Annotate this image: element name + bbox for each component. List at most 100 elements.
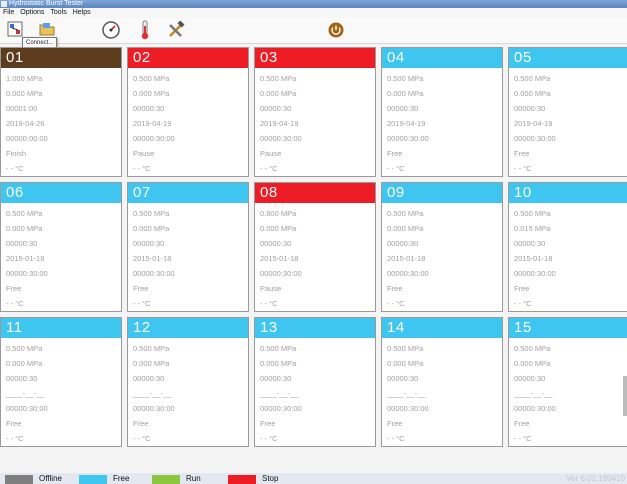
legend-swatch-offline <box>5 475 33 484</box>
set-pressure-value: 0.800 MPa <box>260 209 297 218</box>
open-folder-icon[interactable] <box>39 22 55 36</box>
status-text-value: Free <box>514 419 530 428</box>
test-date-value: 2015-01-18 <box>260 254 299 263</box>
channel-number: 02 <box>128 48 248 68</box>
elapsed-time-value: 00000:30:00 <box>133 404 175 413</box>
status-text-value: Free <box>514 149 530 158</box>
channel-card[interactable]: 13 0.500 MPa 0.000 MPa 00000:30 ____-__-__ 00… <box>254 317 376 447</box>
temperature-value: - - °C <box>387 434 405 443</box>
test-date-value: ____-__-__ <box>514 389 553 398</box>
test-date-value: ____-__-__ <box>260 389 299 398</box>
channel-number: 11 <box>1 318 121 338</box>
test-date-value: ____-__-__ <box>133 389 172 398</box>
channel-number: 15 <box>509 318 627 338</box>
current-pressure-value: 0.000 MPa <box>6 224 43 233</box>
legend-label-offline: Offline <box>39 474 62 483</box>
set-pressure-value: 0.500 MPa <box>133 74 170 83</box>
thermometer-icon[interactable] <box>140 20 150 40</box>
hold-time-value: 00000:30 <box>133 239 165 248</box>
channel-number: 12 <box>128 318 248 338</box>
connect-icon[interactable] <box>7 21 23 37</box>
status-text-value: Free <box>133 284 149 293</box>
channel-number: 14 <box>382 318 502 338</box>
channel-number: 03 <box>255 48 375 68</box>
channel-card[interactable]: 10 0.500 MPa 0.015 MPa 00000:30 2015-01-18 00… <box>508 182 627 312</box>
current-pressure-value: 0.000 MPa <box>133 89 170 98</box>
elapsed-time-value: 00000:30:00 <box>514 269 556 278</box>
legend-swatch-free <box>79 475 107 484</box>
channel-card[interactable]: 11 0.500 MPa 0.000 MPa 00000:30 ____-__-__ 00… <box>0 317 122 447</box>
current-pressure-value: 0.000 MPa <box>260 359 297 368</box>
temperature-value: - - °C <box>514 164 532 173</box>
status-text-value: Pause <box>133 149 155 158</box>
temperature-value: - - °C <box>260 434 278 443</box>
menu-file[interactable]: File <box>0 8 17 18</box>
status-text-value: Free <box>514 284 530 293</box>
current-pressure-value: 0.000 MPa <box>387 359 424 368</box>
hold-time-value: 00000:30 <box>260 104 292 113</box>
channel-card[interactable]: 01 1.000 MPa 0.000 MPa 00001:00 2019-04-26 00… <box>0 47 122 177</box>
channel-number: 13 <box>255 318 375 338</box>
current-pressure-value: 0.000 MPa <box>133 359 170 368</box>
toolbar <box>0 18 627 44</box>
temperature-value: - - °C <box>260 164 278 173</box>
test-date-value: 2015-01-18 <box>133 254 172 263</box>
legend-swatch-stop <box>228 475 256 484</box>
legend-label-run: Run <box>186 474 201 483</box>
test-date-value: 2015-01-18 <box>387 254 426 263</box>
menu-bar: File Options Tools Helps <box>0 8 627 18</box>
set-pressure-value: 0.500 MPa <box>260 344 297 353</box>
elapsed-time-value: 00000:30:00 <box>387 134 429 143</box>
test-date-value: 2019-04-26 <box>6 119 45 128</box>
legend-label-stop: Stop <box>262 474 279 483</box>
hold-time-value: 00000:30 <box>260 239 292 248</box>
hold-time-value: 00000:30 <box>6 374 38 383</box>
hold-time-value: 00000:30 <box>387 239 419 248</box>
power-icon[interactable] <box>328 22 344 38</box>
menu-tools[interactable]: Tools <box>47 8 69 18</box>
set-pressure-value: 0.500 MPa <box>514 74 551 83</box>
channel-card[interactable]: 08 0.800 MPa 0.000 MPa 00000:30 2015-01-18 00… <box>254 182 376 312</box>
channel-card[interactable]: 07 0.500 MPa 0.000 MPa 00000:30 2015-01-18 00… <box>127 182 249 312</box>
pressure-gauge-icon[interactable] <box>102 21 120 39</box>
current-pressure-value: 0.000 MPa <box>133 224 170 233</box>
hold-time-value: 00000:30 <box>514 239 546 248</box>
legend-swatch-run <box>152 475 180 484</box>
channel-card[interactable]: 14 0.500 MPa 0.000 MPa 00000:30 ____-__-__ 00… <box>381 317 503 447</box>
current-pressure-value: 0.000 MPa <box>6 359 43 368</box>
menu-helps[interactable]: Helps <box>70 8 94 18</box>
channel-card[interactable]: 06 0.500 MPa 0.000 MPa 00000:30 2015-01-18 00… <box>0 182 122 312</box>
scrollbar[interactable] <box>623 376 627 416</box>
tools-icon[interactable] <box>167 21 185 39</box>
channel-card[interactable]: 15 0.500 MPa 0.000 MPa 00000:30 ____-__-__ 00… <box>508 317 627 447</box>
channel-number: 07 <box>128 183 248 203</box>
set-pressure-value: 0.500 MPa <box>260 74 297 83</box>
channel-number: 01 <box>1 48 121 68</box>
status-text-value: Free <box>6 284 22 293</box>
status-legend: Ver 6.01.190410 Offline Free Run Stop <box>0 473 627 484</box>
set-pressure-value: 0.500 MPa <box>6 209 43 218</box>
elapsed-time-value: 00000:30:00 <box>260 134 302 143</box>
channel-card[interactable]: 05 0.500 MPa 0.000 MPa 00000:30 2019-04-19 00… <box>508 47 627 177</box>
test-date-value: 2019-04-19 <box>387 119 426 128</box>
channel-card[interactable]: 03 0.500 MPa 0.000 MPa 00000:30 2019-04-19 00… <box>254 47 376 177</box>
window-title: Hydrostatic Burst Tester <box>9 0 84 7</box>
current-pressure-value: 0.000 MPa <box>6 89 43 98</box>
version-label: Ver 6.01.190410 <box>566 474 625 483</box>
channel-card[interactable]: 04 0.500 MPa 0.000 MPa 00000:30 2019-04-19 00… <box>381 47 503 177</box>
channel-card[interactable]: 12 0.500 MPa 0.000 MPa 00000:30 ____-__-__ 00… <box>127 317 249 447</box>
menu-options[interactable]: Options <box>17 8 47 18</box>
hold-time-value: 00000:30 <box>260 374 292 383</box>
status-text-value: Free <box>387 419 403 428</box>
channel-number: 04 <box>382 48 502 68</box>
temperature-value: - - °C <box>387 299 405 308</box>
elapsed-time-value: 00000:30:00 <box>260 404 302 413</box>
current-pressure-value: 0.000 MPa <box>260 89 297 98</box>
channel-card[interactable]: 09 0.500 MPa 0.000 MPa 00000:30 2015-01-18 00… <box>381 182 503 312</box>
current-pressure-value: 0.000 MPa <box>514 359 551 368</box>
elapsed-time-value: 00000:30:00 <box>6 404 48 413</box>
test-date-value: ____-__-__ <box>6 389 45 398</box>
status-text-value: Pause <box>260 149 282 158</box>
channel-number: 08 <box>255 183 375 203</box>
channel-card[interactable]: 02 0.500 MPa 0.000 MPa 00000:30 2019-04-19 00… <box>127 47 249 177</box>
